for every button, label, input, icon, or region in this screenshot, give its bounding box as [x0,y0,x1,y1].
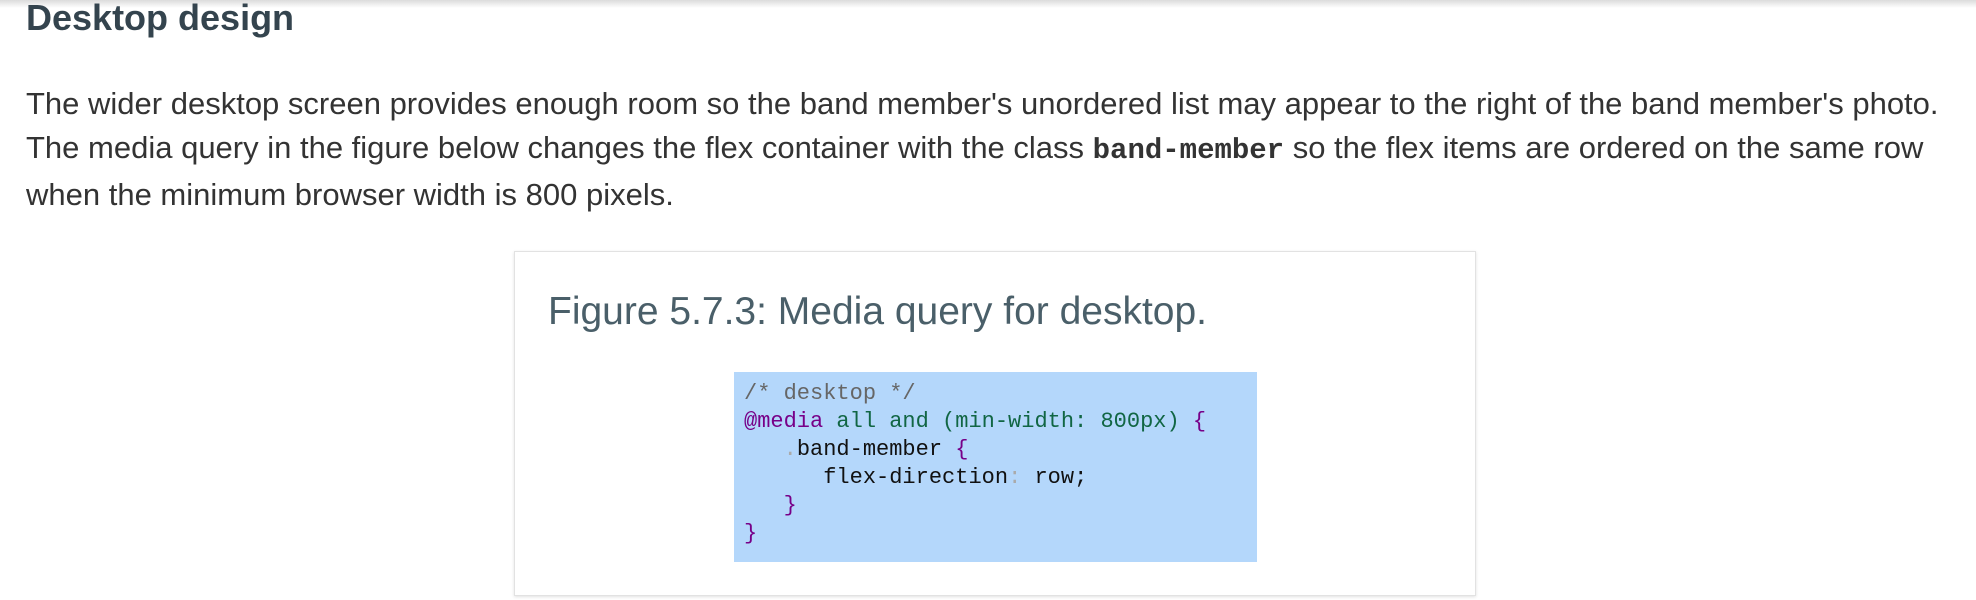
code-line-comment: /* desktop */ [744,380,1257,408]
code-line-media: @media all and (min-width: 800px) { [744,408,1257,436]
code-at-rule: @media [744,409,824,434]
code-line-selector: .band-member { [744,436,1257,464]
code-selector-name: band-member [796,437,956,462]
code-close-outer-brace: } [744,521,758,546]
code-value: row; [1021,465,1088,490]
code-colon: : [1008,465,1022,490]
code-open-brace: { [1192,409,1207,434]
code-line-declaration: flex-direction: row; [744,464,1257,492]
code-media-query: all and (min-width: 800px) [823,409,1193,434]
section-heading: Desktop design [26,0,295,38]
figure-card: Figure 5.7.3: Media query for desktop. /… [514,251,1476,596]
code-close-inner-brace: } [783,493,797,518]
code-property: flex-direction [823,465,1009,490]
code-comment: /* desktop */ [744,381,916,406]
code-selector-open-brace: { [955,437,969,462]
code-block[interactable]: /* desktop */@media all and (min-width: … [734,372,1257,562]
code-selector-dot: . [783,437,797,462]
code-line-close-outer: } [744,520,1257,548]
intro-paragraph: The wider desktop screen provides enough… [26,82,1946,217]
code-line-close-inner: } [744,492,1257,520]
top-shadow [0,0,1976,8]
figure-caption: Figure 5.7.3: Media query for desktop. [548,290,1208,333]
page: Desktop design The wider desktop screen … [0,0,1976,600]
inline-code-term: band-member [1092,134,1285,167]
